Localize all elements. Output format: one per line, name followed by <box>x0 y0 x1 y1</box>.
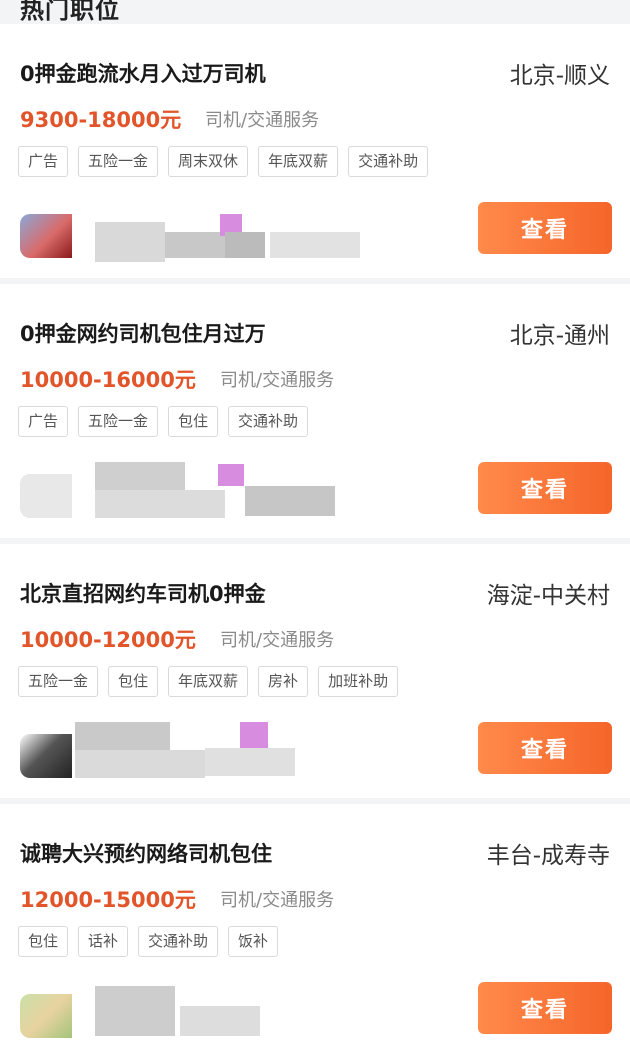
view-button[interactable]: 查看 <box>478 462 612 514</box>
view-button[interactable]: 查看 <box>478 202 612 254</box>
tag: 广告 <box>18 406 69 437</box>
job-location: 北京-通州 <box>509 323 610 349</box>
job-category: 司机/交通服务 <box>205 110 320 131</box>
tag-list: 广告 五险一金 包住 交通补助 <box>18 406 309 437</box>
tag-list: 广告 五险一金 周末双休 年底双薪 交通补助 <box>18 146 429 177</box>
job-location: 丰台-成寿寺 <box>486 843 610 869</box>
job-title[interactable]: 北京直招网约车司机0押金 <box>20 578 266 608</box>
tag: 周末双休 <box>168 146 249 177</box>
tag: 广告 <box>18 146 69 177</box>
company-avatar <box>20 734 72 778</box>
blurred-company-info <box>20 982 380 1038</box>
tag: 饭补 <box>228 926 279 957</box>
tag: 加班补助 <box>318 666 399 697</box>
job-salary: 10000-16000元 <box>20 368 196 392</box>
tag: 年底双薪 <box>258 146 339 177</box>
tag: 年底双薪 <box>168 666 249 697</box>
job-card[interactable]: 北京直招网约车司机0押金 海淀-中关村 10000-12000元 司机/交通服务… <box>0 544 630 798</box>
job-location: 海淀-中关村 <box>486 583 610 609</box>
view-button[interactable]: 查看 <box>478 722 612 774</box>
job-location: 北京-顺义 <box>509 63 610 89</box>
blurred-company-info <box>20 722 380 778</box>
job-category: 司机/交通服务 <box>220 370 335 391</box>
tag: 房补 <box>258 666 309 697</box>
tag: 五险一金 <box>78 146 159 177</box>
company-avatar <box>20 214 72 258</box>
job-salary: 10000-12000元 <box>20 628 196 652</box>
tag-list: 包住 话补 交通补助 饭补 <box>18 926 279 957</box>
tag: 五险一金 <box>18 666 99 697</box>
job-salary: 12000-15000元 <box>20 888 196 912</box>
tag: 交通补助 <box>138 926 219 957</box>
job-salary: 9300-18000元 <box>20 108 182 132</box>
job-title[interactable]: 0押金网约司机包住月过万 <box>20 318 266 348</box>
blurred-company-info <box>20 462 380 518</box>
job-card[interactable]: 0押金网约司机包住月过万 北京-通州 10000-16000元 司机/交通服务 … <box>0 284 630 538</box>
job-category: 司机/交通服务 <box>220 890 335 911</box>
job-title[interactable]: 0押金跑流水月入过万司机 <box>20 58 266 88</box>
blurred-company-info <box>20 202 380 262</box>
tag: 包住 <box>18 926 69 957</box>
company-avatar <box>20 994 72 1038</box>
job-title[interactable]: 诚聘大兴预约网络司机包住 <box>20 838 272 868</box>
company-avatar <box>20 474 72 518</box>
job-card[interactable]: 0押金跑流水月入过万司机 北京-顺义 9300-18000元 司机/交通服务 广… <box>0 24 630 278</box>
tag: 包住 <box>108 666 159 697</box>
section-title: 热门职位 <box>20 0 120 24</box>
tag: 交通补助 <box>228 406 309 437</box>
tag: 五险一金 <box>78 406 159 437</box>
tag: 交通补助 <box>348 146 429 177</box>
tag: 包住 <box>168 406 219 437</box>
view-button[interactable]: 查看 <box>478 982 612 1034</box>
tag-list: 五险一金 包住 年底双薪 房补 加班补助 <box>18 666 399 697</box>
tag: 话补 <box>78 926 129 957</box>
job-card[interactable]: 诚聘大兴预约网络司机包住 丰台-成寿寺 12000-15000元 司机/交通服务… <box>0 804 630 1044</box>
job-category: 司机/交通服务 <box>220 630 335 651</box>
